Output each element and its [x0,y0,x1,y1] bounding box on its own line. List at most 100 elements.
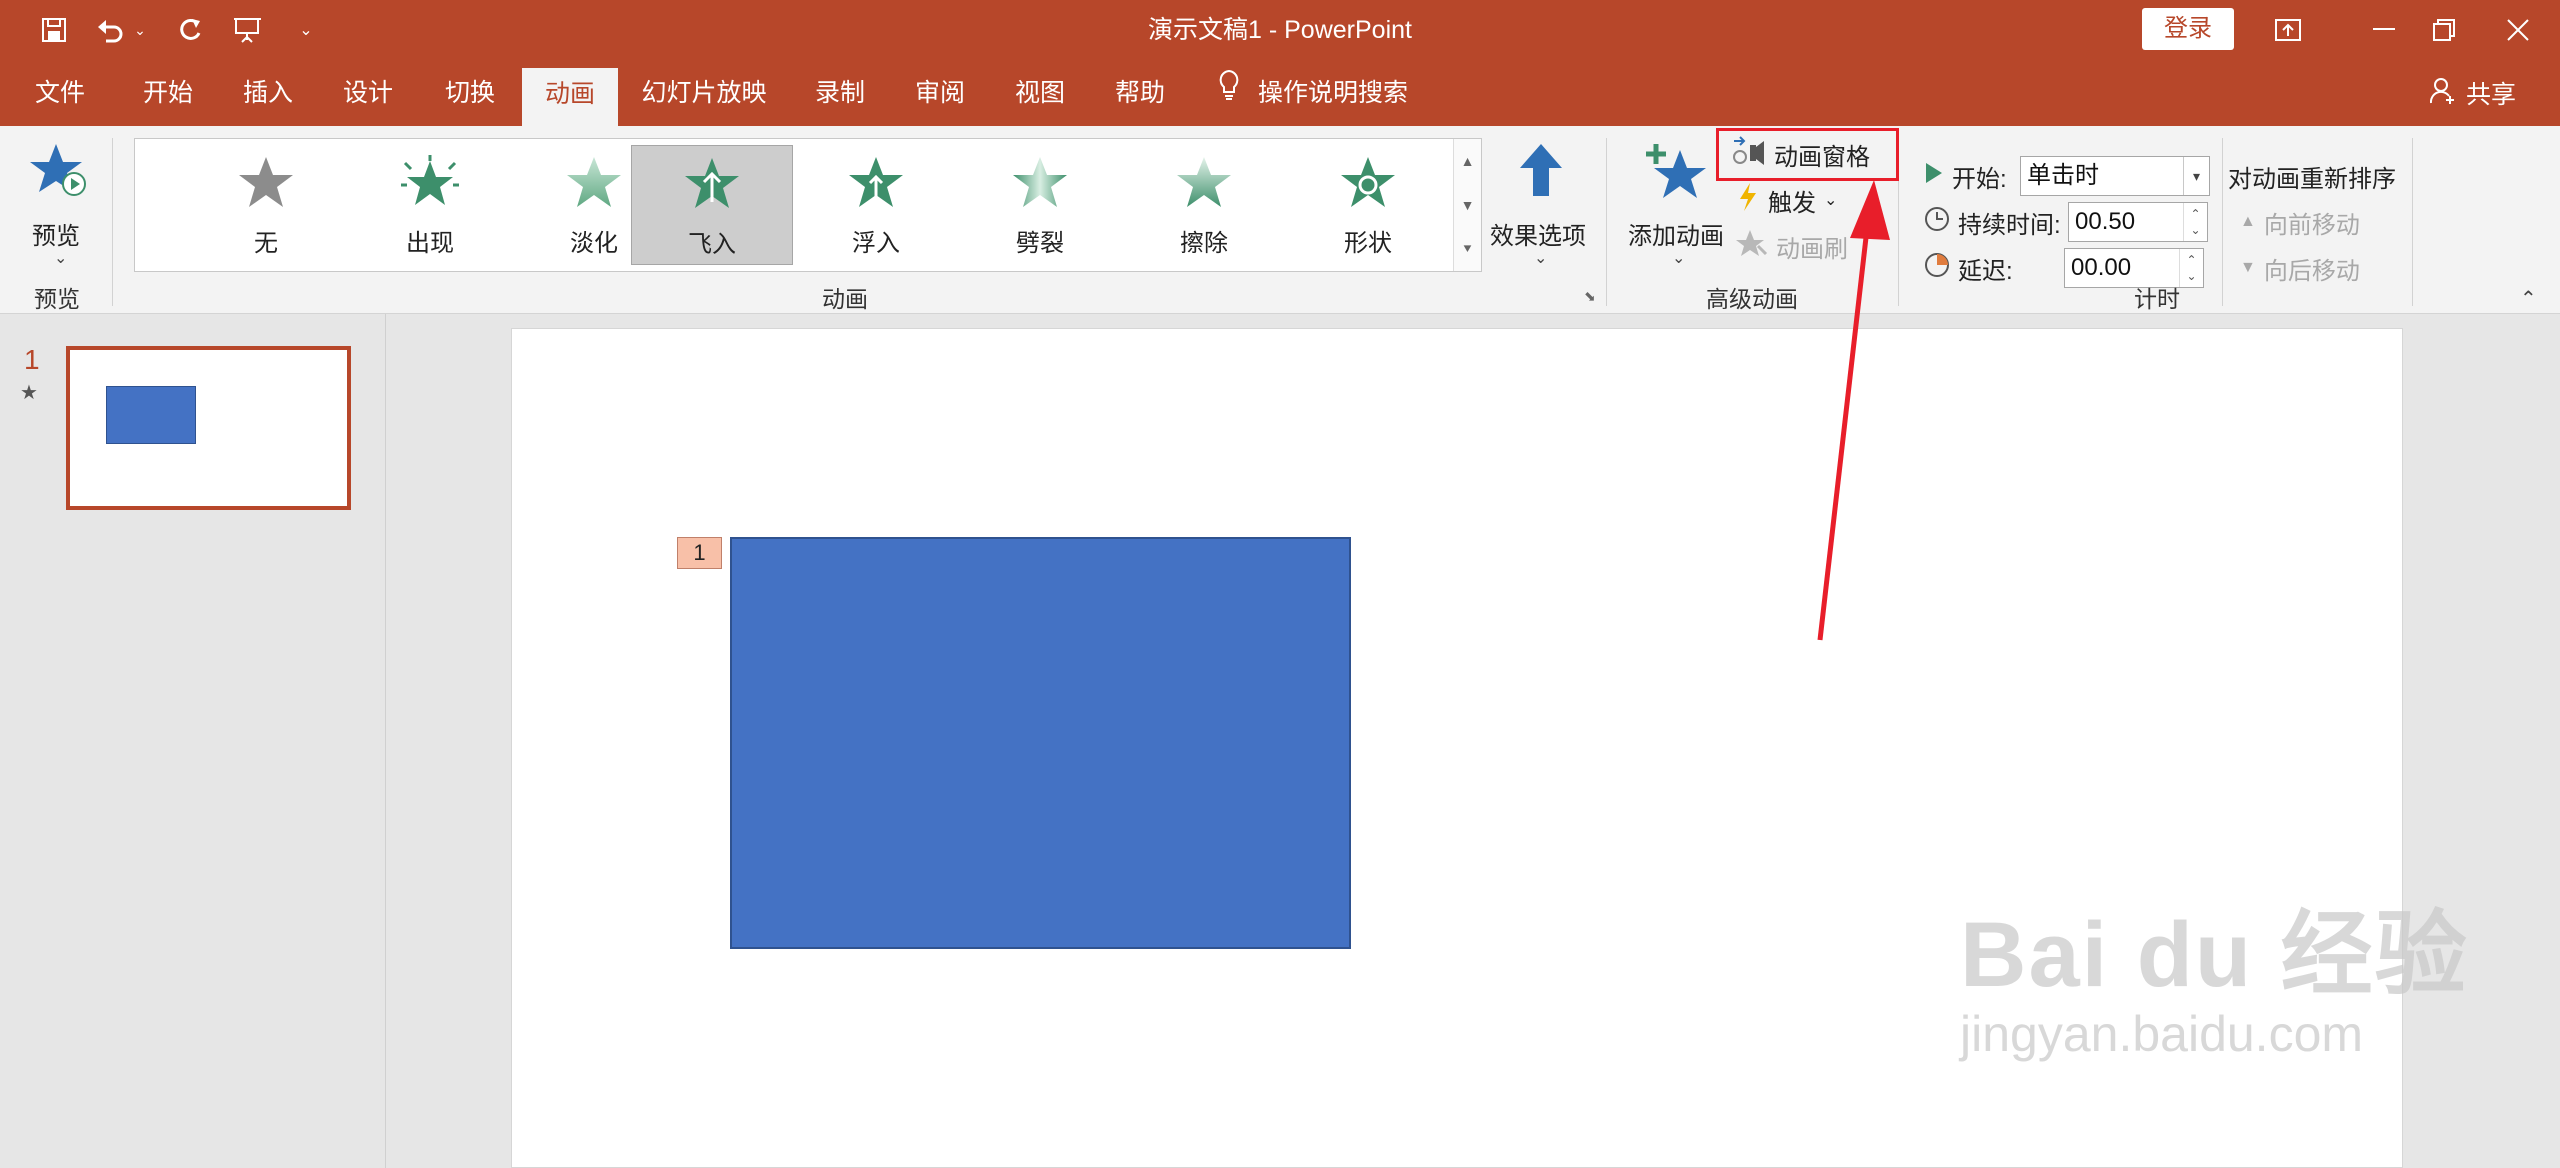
effect-label: 出现 [406,230,454,257]
separator [2222,138,2223,306]
person-icon [2429,76,2456,111]
animation-pane-highlight [1716,128,1899,181]
preview-button[interactable]: 预览 ⌄ [18,136,98,267]
animation-effect-wipe[interactable]: 擦除 [1123,145,1285,265]
preview-dropdown-icon: ⌄ [54,250,68,267]
star-wipe-icon [1177,157,1231,207]
baidu-watermark: Bai du 经验 jingyan.baidu.com [1960,880,2469,1063]
tab-design[interactable]: 设计 [326,60,410,126]
move-later-button[interactable]: ▼ 向后移动 [2240,248,2360,288]
undo-dropdown-icon[interactable]: ⌄ [130,12,150,48]
animation-effect-fly-in[interactable]: 飞入 [631,145,793,265]
ribbon-tab-row: 文件 开始 插入 设计 切换 动画 幻灯片放映 录制 审阅 视图 帮助 操作说明… [0,60,2560,126]
effect-label: 劈裂 [1016,230,1064,257]
effect-label: 飞入 [688,231,736,258]
spin-down-icon[interactable]: ⌄ [2190,222,2200,238]
effect-label: 无 [254,230,278,257]
tab-file[interactable]: 文件 [18,60,102,126]
animation-effect-float-in[interactable]: 浮入 [795,145,957,265]
duration-input[interactable]: 00.50 ⌃ ⌄ [2068,202,2208,242]
move-earlier-label: 向前移动 [2263,211,2360,239]
duration-value: 00.50 [2075,208,2136,235]
slide-thumbnail[interactable] [66,346,351,510]
share-button[interactable]: 共享 [2429,60,2517,126]
collapse-ribbon-icon[interactable]: ⌃ [2520,286,2537,311]
star-float-in-icon [849,157,903,207]
separator [1606,138,1607,306]
undo-icon[interactable] [92,12,128,48]
effect-options-button[interactable]: 效果选项 ⌄ [1488,136,1592,276]
animation-dialog-launcher-icon[interactable]: ⬊ [1584,288,1596,305]
start-value: 单击时 [2027,162,2099,189]
close-icon[interactable] [2470,0,2560,60]
login-button[interactable]: 登录 [2142,8,2234,50]
play-icon [1924,161,1944,192]
tab-animations[interactable]: 动画 [522,68,618,126]
watermark-main: Bai du 经验 [1960,904,2469,1006]
customize-toolbar-icon[interactable]: ⌄ [288,12,324,48]
spin-up-icon[interactable]: ⌃ [2186,252,2196,268]
separator [112,138,113,306]
delay-label-wrap: 延迟: [1924,248,2013,288]
move-later-label: 向后移动 [2263,257,2360,285]
effect-options-label: 效果选项 [1490,223,1586,250]
lightning-icon [1736,181,1760,220]
preview-label: 预览 [32,223,80,250]
animation-gallery: 无 出现 淡化 飞入 浮入 劈裂 擦除 形状 ▲ ▼ ⯆ [134,138,1482,272]
start-label-wrap: 开始: [1924,156,2007,196]
clock-icon [1924,206,1950,239]
duration-spinner[interactable]: ⌃ ⌄ [2183,203,2207,241]
effect-label: 形状 [1344,230,1392,257]
add-animation-label: 添加动画 [1628,223,1724,250]
redo-icon[interactable] [172,12,208,48]
star-shape-icon [1341,157,1395,207]
star-burst-icon [401,155,459,205]
animation-indicator-icon: ★ [20,382,38,404]
ribbon-display-options-icon[interactable] [2240,0,2336,60]
delay-label: 延迟: [1958,257,2013,285]
save-icon[interactable] [36,12,72,48]
animation-effect-shape[interactable]: 形状 [1287,145,1449,265]
animation-effect-split[interactable]: 劈裂 [959,145,1121,265]
search-label: 操作说明搜索 [1258,79,1409,107]
tab-insert[interactable]: 插入 [226,60,310,126]
rectangle-shape[interactable] [730,537,1351,949]
tell-me-search[interactable]: 操作说明搜索 [1218,60,1408,126]
present-from-start-icon[interactable] [230,12,266,48]
animation-painter-icon [1736,228,1768,265]
triangle-down-icon: ▼ [2240,259,2256,276]
annotation-arrow [1817,180,1890,641]
tab-slideshow[interactable]: 幻灯片放映 [636,60,772,126]
star-fly-in-icon [685,158,739,208]
start-select[interactable]: 单击时 ▾ [2020,156,2210,196]
gallery-scrollbar: ▲ ▼ ⯆ [1453,139,1481,271]
ribbon: 预览 ⌄ 预览 无 出现 淡化 飞入 浮入 劈裂 擦除 形状 ▲ ▼ ⯆ 效果选… [0,126,2560,314]
tab-transitions[interactable]: 切换 [428,60,512,126]
tab-record[interactable]: 录制 [798,60,882,126]
tab-view[interactable]: 视图 [998,60,1082,126]
duration-label: 持续时间: [1958,211,2061,239]
gallery-scroll-up-icon[interactable]: ▲ [1454,139,1481,183]
gallery-scroll-down-icon[interactable]: ▼ [1454,183,1481,227]
tab-help[interactable]: 帮助 [1098,60,1182,126]
animation-effect-appear[interactable]: 出现 [349,145,511,265]
start-dropdown-icon[interactable]: ▾ [2183,157,2209,195]
tab-review[interactable]: 审阅 [898,60,982,126]
add-animation-button[interactable]: 添加动画 ⌄ [1624,136,1728,276]
preview-group-label: 预览 [34,286,80,312]
star-none-icon [239,157,293,207]
spin-up-icon[interactable]: ⌃ [2190,206,2200,222]
share-label: 共享 [2466,81,2517,109]
start-label: 开始: [1952,165,2007,193]
animation-effect-none[interactable]: 无 [185,145,347,265]
effect-options-dropdown-icon: ⌄ [1534,250,1548,267]
gallery-more-icon[interactable]: ⯆ [1454,227,1481,271]
animation-group-label: 动画 [822,286,868,312]
tab-home[interactable]: 开始 [126,60,210,126]
triangle-up-icon: ▲ [2240,213,2256,230]
animation-order-tag[interactable]: 1 [677,537,722,569]
title-bar: ⌄ ⌄ 演示文稿1 - PowerPoint 登录 [0,0,2560,60]
move-earlier-button[interactable]: ▲ 向前移动 [2240,202,2360,242]
effect-label: 擦除 [1180,230,1228,257]
star-split-icon [1013,157,1067,207]
